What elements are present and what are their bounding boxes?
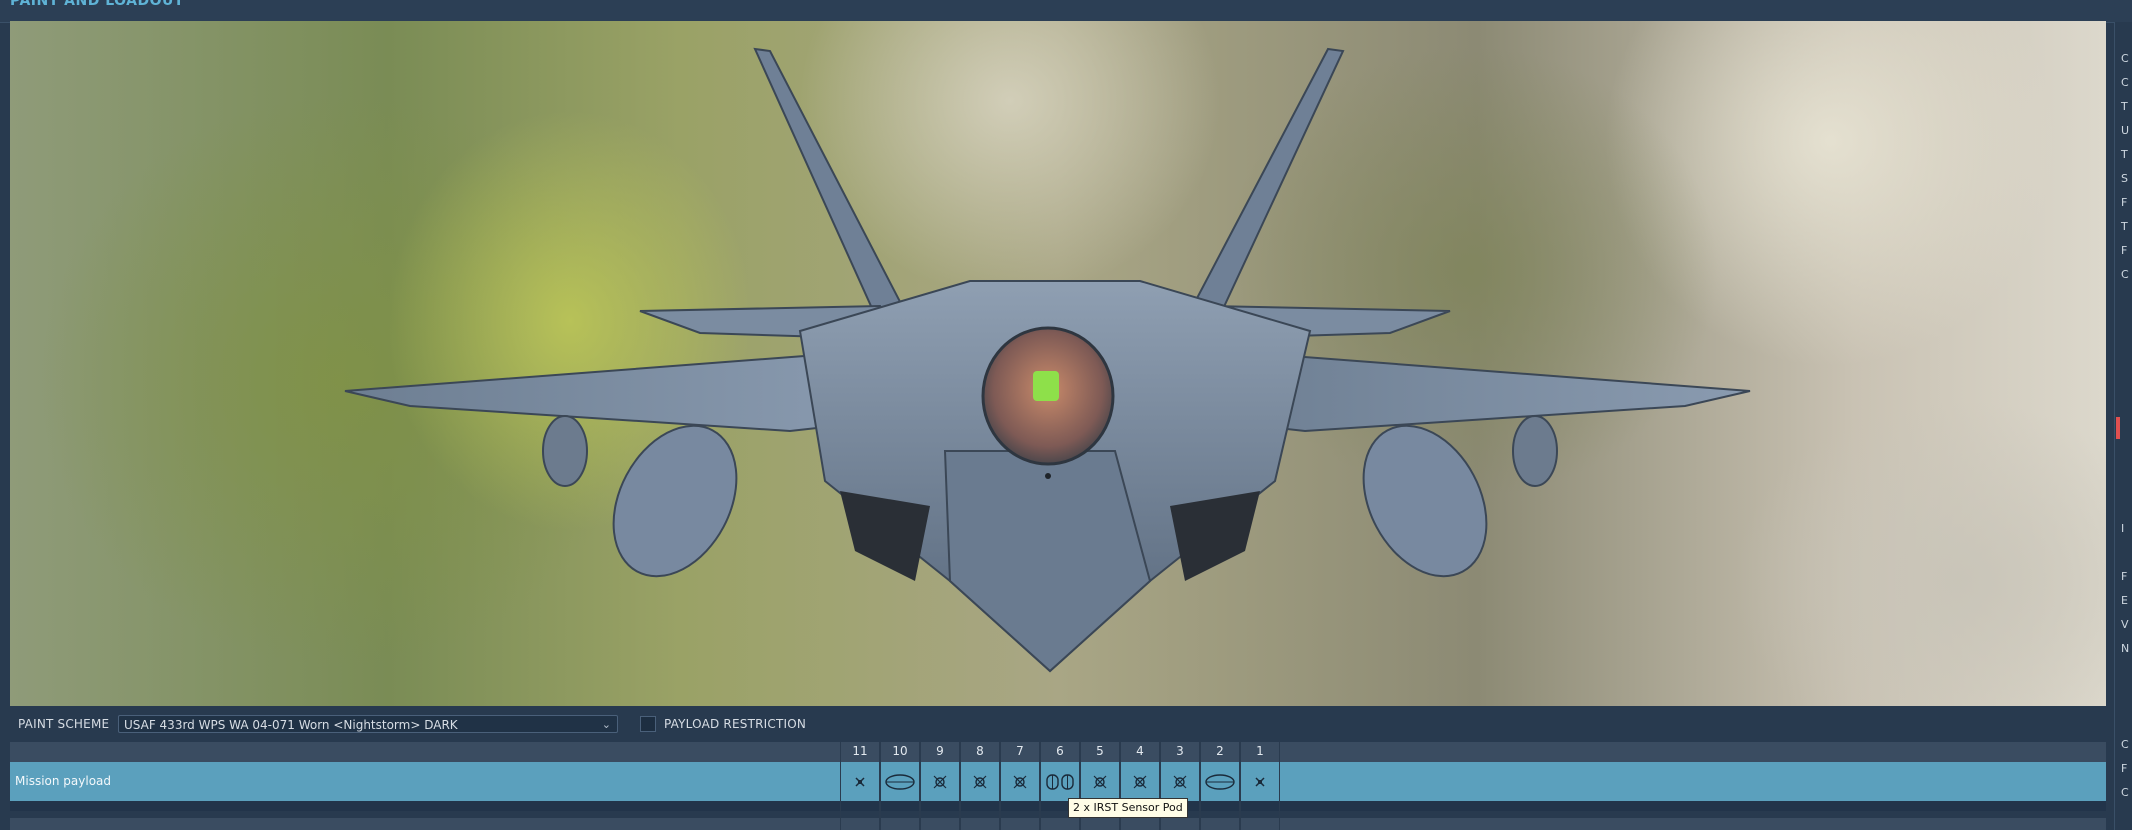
sensor-pod-icon (1046, 773, 1074, 790)
right-panel-letter: C (2121, 76, 2129, 89)
selection-indicator (2116, 417, 2120, 439)
fuel-tank-icon (1205, 773, 1235, 790)
station-number: 5 (1096, 744, 1104, 758)
missile-rack-icon (1013, 775, 1027, 788)
missile-rack-icon (933, 775, 947, 788)
right-panel-letter: F (2121, 762, 2128, 775)
station-number: 3 (1176, 744, 1184, 758)
chevron-down-icon: ⌄ (601, 718, 611, 731)
station-number: 1 (1256, 744, 1264, 758)
right-panel-letter: T (2121, 100, 2128, 113)
right-panel-letter: C (2121, 52, 2129, 65)
payload-restriction-label: PAYLOAD RESTRICTION (664, 717, 807, 731)
small-store-icon (855, 776, 865, 787)
station-7[interactable]: 7 (1000, 742, 1040, 830)
station-number: 9 (936, 744, 944, 758)
mission-payload-label: Mission payload (15, 774, 112, 788)
station-number: 10 (892, 744, 908, 758)
station-number: 6 (1056, 744, 1064, 758)
paint-scheme-label: PAINT SCHEME (18, 717, 110, 731)
right-panel-letter: T (2121, 148, 2128, 161)
pylon-stations: 11 10 9 8 7 6 5 4 3 2 1 (840, 742, 1280, 830)
station-9[interactable]: 9 (920, 742, 960, 830)
top-bar: PAINT AND LOADOUT (0, 0, 2132, 23)
right-panel-letter: C (2121, 786, 2129, 799)
station-number: 2 (1216, 744, 1224, 758)
paint-scheme-row: PAINT SCHEME USAF 433rd WPS WA 04-071 Wo… (0, 712, 2106, 736)
fuel-tank-icon (885, 773, 915, 790)
missile-rack-icon (1093, 775, 1107, 788)
station-number: 7 (1016, 744, 1024, 758)
small-store-icon (1255, 776, 1265, 787)
right-panel-letter: F (2121, 570, 2128, 583)
aircraft-preview[interactable] (10, 21, 2106, 706)
right-panel-letter: F (2121, 196, 2128, 209)
missile-rack-icon (1173, 775, 1187, 788)
right-panel-edge: CCTUTSFTFCIFEVNCFC (2114, 22, 2132, 830)
payload-restriction-checkbox[interactable] (640, 716, 656, 732)
aircraft-render (344, 47, 1751, 673)
station-tooltip: 2 x IRST Sensor Pod (1068, 798, 1188, 818)
right-panel-letter: I (2121, 522, 2125, 535)
station-2[interactable]: 2 (1200, 742, 1240, 830)
station-11[interactable]: 11 (840, 742, 880, 830)
paint-scheme-value: USAF 433rd WPS WA 04-071 Worn <Nightstor… (124, 718, 458, 732)
right-panel-letter: E (2121, 594, 2128, 607)
station-10[interactable]: 10 (880, 742, 920, 830)
right-panel-letter: F (2121, 244, 2128, 257)
station-1[interactable]: 1 (1240, 742, 1280, 830)
missile-rack-icon (1133, 775, 1147, 788)
missile-rack-icon (973, 775, 987, 788)
right-panel-letter: U (2121, 124, 2130, 137)
station-number: 8 (976, 744, 984, 758)
station-8[interactable]: 8 (960, 742, 1000, 830)
station-number: 4 (1136, 744, 1144, 758)
right-panel-letter: S (2121, 172, 2128, 185)
panel-title: PAINT AND LOADOUT (10, 0, 184, 9)
right-panel-letter: C (2121, 738, 2129, 751)
paint-scheme-select[interactable]: USAF 433rd WPS WA 04-071 Worn <Nightstor… (118, 715, 618, 733)
right-panel-letter: C (2121, 268, 2129, 281)
right-panel-letter: V (2121, 618, 2129, 631)
station-number: 11 (852, 744, 868, 758)
right-panel-letter: N (2121, 642, 2130, 655)
right-panel-letter: T (2121, 220, 2128, 233)
